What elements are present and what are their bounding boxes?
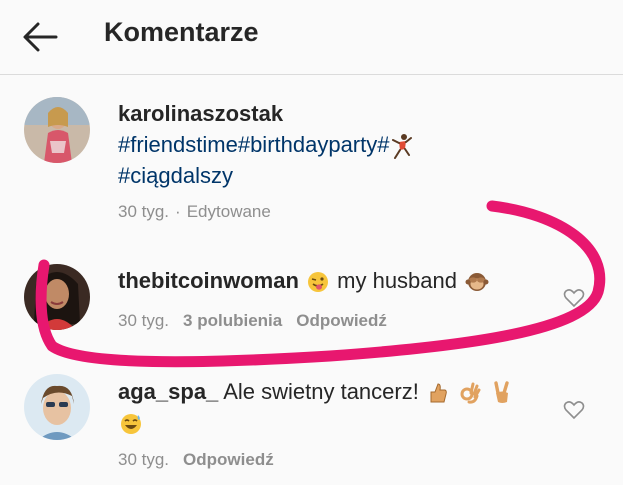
comment-text: aga_spa_ Ale swietny tancerz! xyxy=(118,376,515,438)
ok-hand-emoji-icon xyxy=(460,382,481,404)
top-bar: Komentarze xyxy=(0,0,623,75)
reply-button[interactable]: Odpowiedź xyxy=(183,450,274,469)
edited-label: Edytowane xyxy=(186,202,271,221)
grinning-sweat-emoji-icon xyxy=(121,414,141,435)
comment-time: 30 tyg. xyxy=(118,450,170,469)
avatar[interactable] xyxy=(24,97,90,163)
comment-username[interactable]: thebitcoinwoman xyxy=(118,268,299,293)
back-arrow-icon[interactable] xyxy=(22,20,58,54)
victory-hand-emoji-icon xyxy=(494,381,509,404)
comment-meta: 30 tyg. Odpowiedź xyxy=(118,450,288,470)
page-title: Komentarze xyxy=(104,17,259,47)
likes-count-button[interactable]: 3 polubienia xyxy=(183,311,282,330)
hashtag-line[interactable]: #friendstime#birthdayparty# xyxy=(118,132,389,157)
like-heart-icon[interactable] xyxy=(563,400,585,420)
comment-time: 30 tyg. xyxy=(118,202,170,221)
comment-time: 30 tyg. xyxy=(118,311,170,330)
comment-meta: 30 tyg. 3 polubienia Odpowiedź xyxy=(118,311,401,331)
dancer-emoji-icon xyxy=(392,134,413,160)
comment-username[interactable]: karolinaszostak xyxy=(118,101,283,126)
comment-text: karolinaszostak #friendstime#birthdaypar… xyxy=(118,98,415,191)
avatar[interactable] xyxy=(24,374,90,440)
reply-button[interactable]: Odpowiedź xyxy=(296,311,387,330)
comment-text: thebitcoinwoman my husband xyxy=(118,265,491,296)
winking-tongue-emoji-icon xyxy=(308,272,329,293)
comment-meta: 30 tyg. · Edytowane xyxy=(118,202,285,222)
meta-separator: · xyxy=(175,202,181,221)
see-no-evil-monkey-emoji-icon xyxy=(465,273,489,292)
thumbs-up-emoji-icon xyxy=(430,383,447,403)
like-heart-icon[interactable] xyxy=(563,288,585,308)
comment-message: Ale swietny tancerz! xyxy=(223,379,419,404)
hashtag-line[interactable]: #ciągdalszy xyxy=(118,163,233,188)
comment-message: my husband xyxy=(337,268,457,293)
avatar[interactable] xyxy=(24,264,90,330)
comment-username[interactable]: aga_spa_ xyxy=(118,379,218,404)
